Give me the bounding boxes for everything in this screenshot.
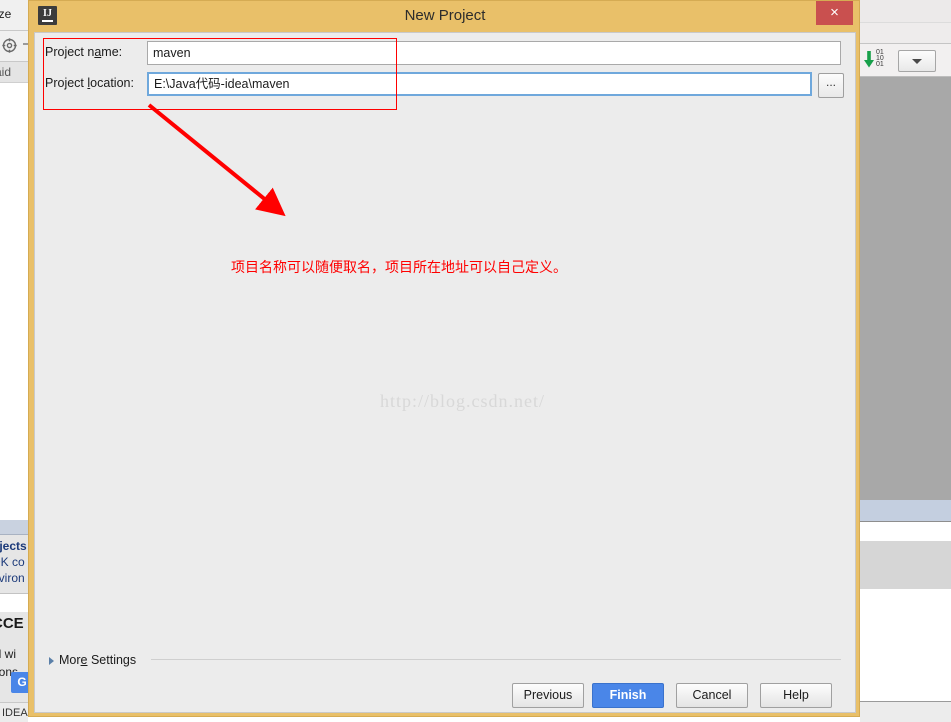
more-settings-label: More Settings bbox=[59, 653, 136, 667]
cancel-button[interactable]: Cancel bbox=[676, 683, 748, 708]
project-location-label: Project location: bbox=[45, 76, 134, 90]
right-white-area-top bbox=[860, 522, 951, 541]
ide-tool-window-tabs bbox=[0, 520, 28, 535]
console-line: nviron bbox=[0, 571, 25, 585]
right-status-bar bbox=[860, 702, 951, 722]
ide-toolbar bbox=[0, 31, 28, 62]
ide-right-panel: 01 10 01 bbox=[860, 0, 951, 722]
dialog-title-bar[interactable]: IJ New Project × bbox=[29, 1, 859, 32]
project-name-label-prefix: Project n bbox=[45, 45, 95, 59]
console-line: ol wi bbox=[0, 647, 17, 661]
right-tool-tabs bbox=[860, 500, 951, 522]
right-band-top bbox=[860, 0, 951, 23]
previous-button[interactable]: Previous bbox=[512, 683, 584, 708]
project-location-label-prefix: Project bbox=[45, 76, 88, 90]
right-band-middle bbox=[860, 23, 951, 44]
menu-item-analyze[interactable]: lyze bbox=[0, 7, 11, 21]
binary-badge: 01 10 01 bbox=[876, 49, 884, 68]
project-location-input[interactable]: E:\Java代码-idea\maven bbox=[147, 72, 812, 96]
watermark-text: http://blog.csdn.net/ bbox=[380, 391, 545, 411]
console-line: ojects bbox=[0, 539, 27, 553]
ide-left-strip: lyze aid ojects DK co bbox=[0, 0, 28, 722]
project-name-label: Project name: bbox=[45, 45, 122, 59]
ide-editor-area bbox=[0, 83, 28, 521]
console-spacer bbox=[0, 594, 28, 612]
project-location-label-suffix: ocation: bbox=[90, 76, 134, 90]
chevron-down-icon bbox=[912, 59, 922, 64]
right-grey-area bbox=[860, 77, 951, 519]
more-settings-suffix: Settings bbox=[87, 653, 137, 667]
more-settings-divider bbox=[151, 659, 841, 660]
dialog-title: New Project bbox=[404, 7, 486, 24]
vcs-action-button[interactable]: G bbox=[11, 672, 28, 693]
gear-icon[interactable] bbox=[2, 38, 17, 53]
browse-button[interactable]: ... bbox=[818, 73, 844, 98]
annotation-text: 项目名称可以随便取名，项目所在地址可以自己定义。 bbox=[231, 260, 567, 276]
breadcrumb-label: aid bbox=[0, 65, 12, 79]
right-grey-block bbox=[860, 541, 951, 589]
finish-button[interactable]: Finish bbox=[592, 683, 664, 708]
dialog-body: Project name: maven Project location: E:… bbox=[34, 32, 856, 713]
status-bar-label: IDEA bbox=[2, 707, 28, 719]
project-name-label-suffix: me: bbox=[101, 45, 123, 59]
chevron-right-icon bbox=[49, 657, 54, 665]
help-button[interactable]: Help bbox=[760, 683, 832, 708]
project-name-input[interactable]: maven bbox=[147, 41, 841, 65]
new-project-dialog: IJ New Project × Project name: maven Pro… bbox=[28, 0, 860, 717]
ide-breadcrumb: aid bbox=[0, 62, 28, 83]
right-white-area-bottom bbox=[860, 589, 951, 702]
console-line: DK co bbox=[0, 555, 25, 569]
menu-item-analyze-suffix: ze bbox=[0, 7, 12, 21]
close-icon[interactable]: × bbox=[816, 1, 853, 25]
annotation-arrow-icon bbox=[145, 103, 305, 223]
download-arrow-icon[interactable] bbox=[864, 51, 874, 68]
console-heading: CCE bbox=[0, 615, 24, 632]
toolbar-dropdown-button[interactable] bbox=[898, 50, 936, 72]
binary-badge-line: 01 bbox=[876, 61, 884, 68]
ide-menu-bar: lyze bbox=[0, 0, 28, 31]
more-settings-prefix: Mor bbox=[59, 653, 81, 667]
ide-console-panel: ojects DK co nviron CCE ol wi ttons bbox=[0, 535, 28, 722]
ide-status-bar: IDEA bbox=[0, 702, 28, 722]
